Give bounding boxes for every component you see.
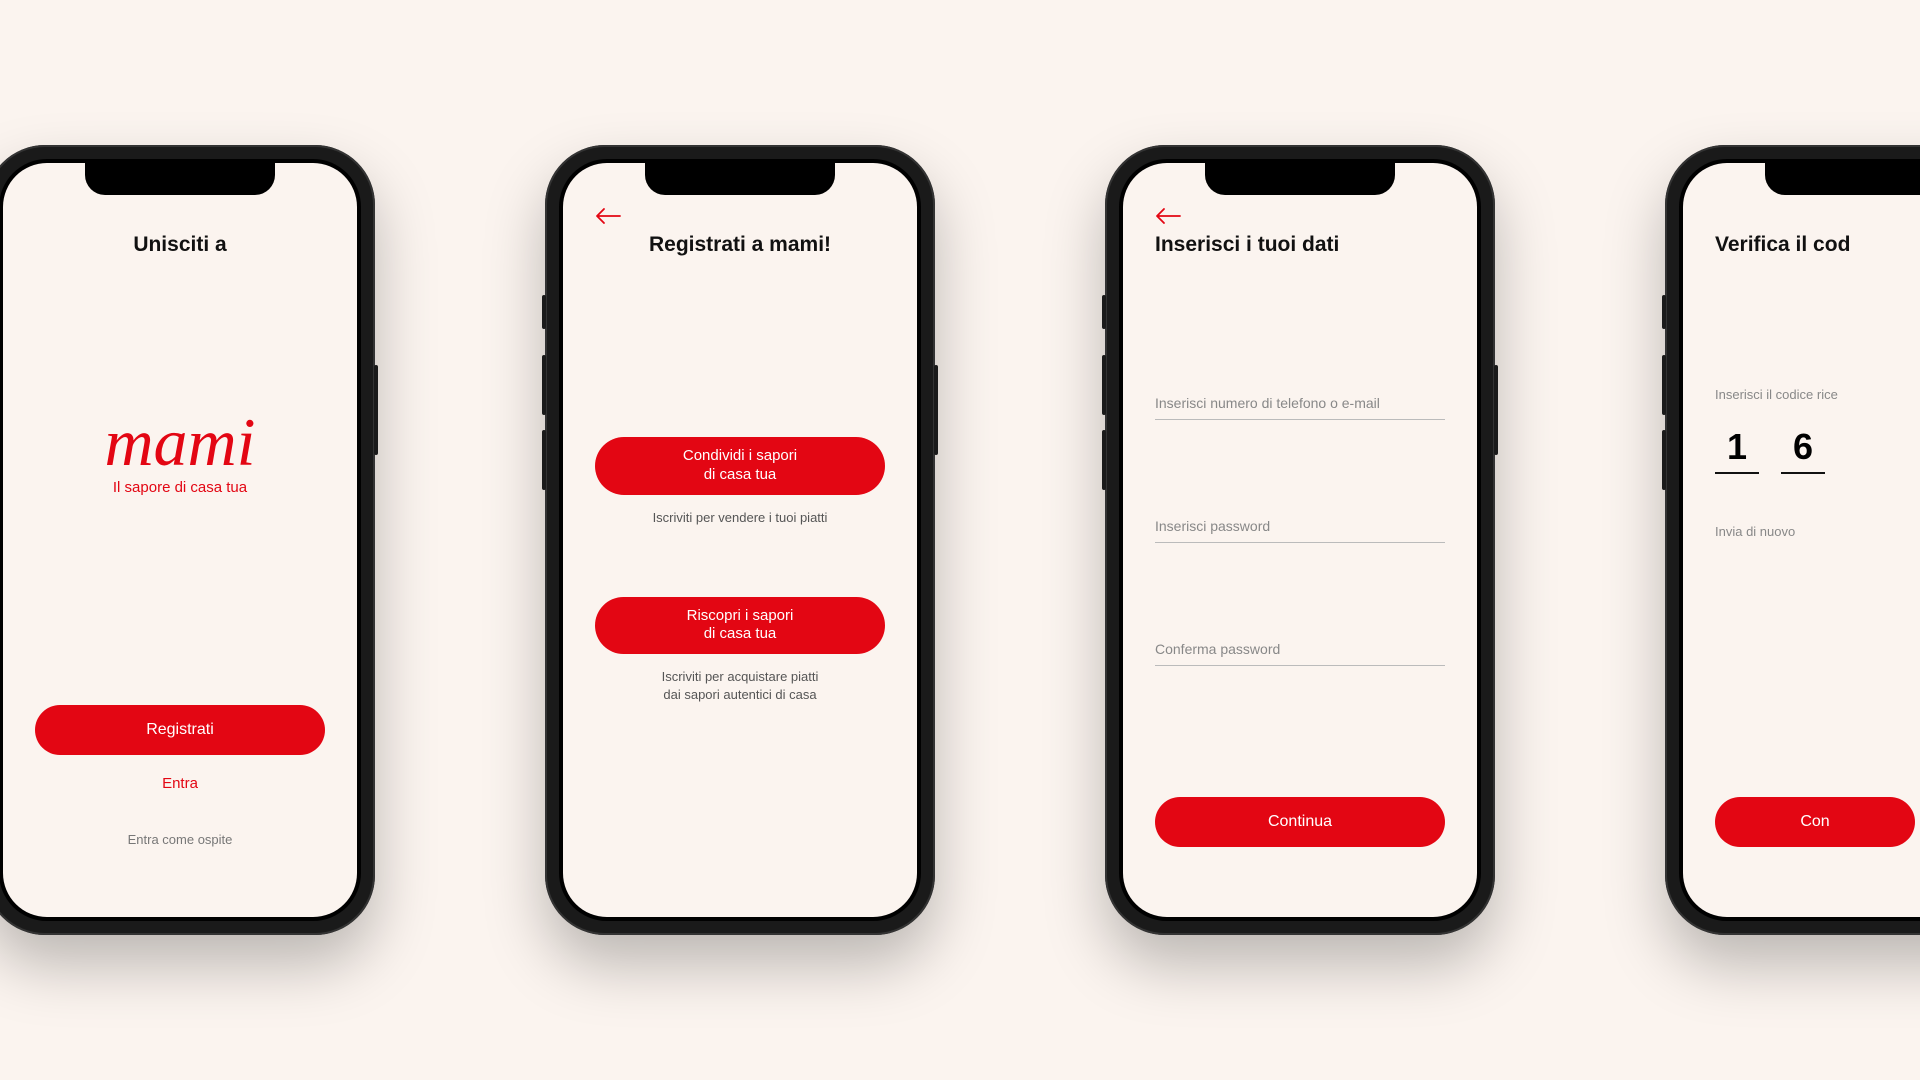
discover-caption: Iscriviti per acquistare piatti dai sapo… (595, 668, 885, 704)
share-caption: Iscriviti per vendere i tuoi piatti (595, 509, 885, 527)
continue-button[interactable]: Continua (1155, 797, 1445, 847)
phone-email-input[interactable] (1155, 387, 1445, 420)
continue-button[interactable]: Con (1715, 797, 1915, 847)
page-title: Verifica il cod (1715, 233, 1920, 257)
discover-line2: di casa tua (704, 625, 777, 642)
password-input[interactable] (1155, 510, 1445, 543)
confirm-password-input[interactable] (1155, 633, 1445, 666)
code-instruction: Inserisci il codice rice (1715, 387, 1920, 402)
register-button[interactable]: Registrati (35, 705, 325, 755)
guest-link[interactable]: Entra come ospite (35, 832, 325, 847)
code-input-row (1715, 422, 1920, 474)
phone-frame-4: Verifica il cod Inserisci il codice rice… (1665, 145, 1920, 935)
page-title: Unisciti a (35, 233, 325, 257)
share-flavors-button[interactable]: Condividi i sapori di casa tua (595, 437, 885, 495)
phone-frame-2: Registrati a mami! Condividi i sapori di… (545, 145, 935, 935)
mockup-row: mi casa tua Unisciti a mami Il sapore di… (0, 145, 1920, 935)
back-arrow-icon[interactable] (1155, 207, 1181, 230)
code-digit-2[interactable] (1781, 422, 1825, 474)
brand-tagline: Il sapore di casa tua (35, 479, 325, 496)
share-line1: Condividi i sapori (683, 447, 797, 464)
phone-frame-3: Inserisci i tuoi dati Continua (1105, 145, 1495, 935)
login-link[interactable]: Entra (35, 775, 325, 792)
back-arrow-icon[interactable] (595, 207, 621, 230)
share-line2: di casa tua (704, 466, 777, 483)
page-title: Registrati a mami! (595, 233, 885, 257)
brand-logo: mami (35, 412, 325, 473)
resend-link[interactable]: Invia di nuovo (1715, 524, 1920, 539)
discover-line1: Riscopri i sapori (687, 607, 794, 624)
page-title: Inserisci i tuoi dati (1155, 233, 1445, 257)
code-digit-1[interactable] (1715, 422, 1759, 474)
phone-frame-1: Unisciti a mami Il sapore di casa tua Re… (0, 145, 375, 935)
discover-flavors-button[interactable]: Riscopri i sapori di casa tua (595, 597, 885, 655)
